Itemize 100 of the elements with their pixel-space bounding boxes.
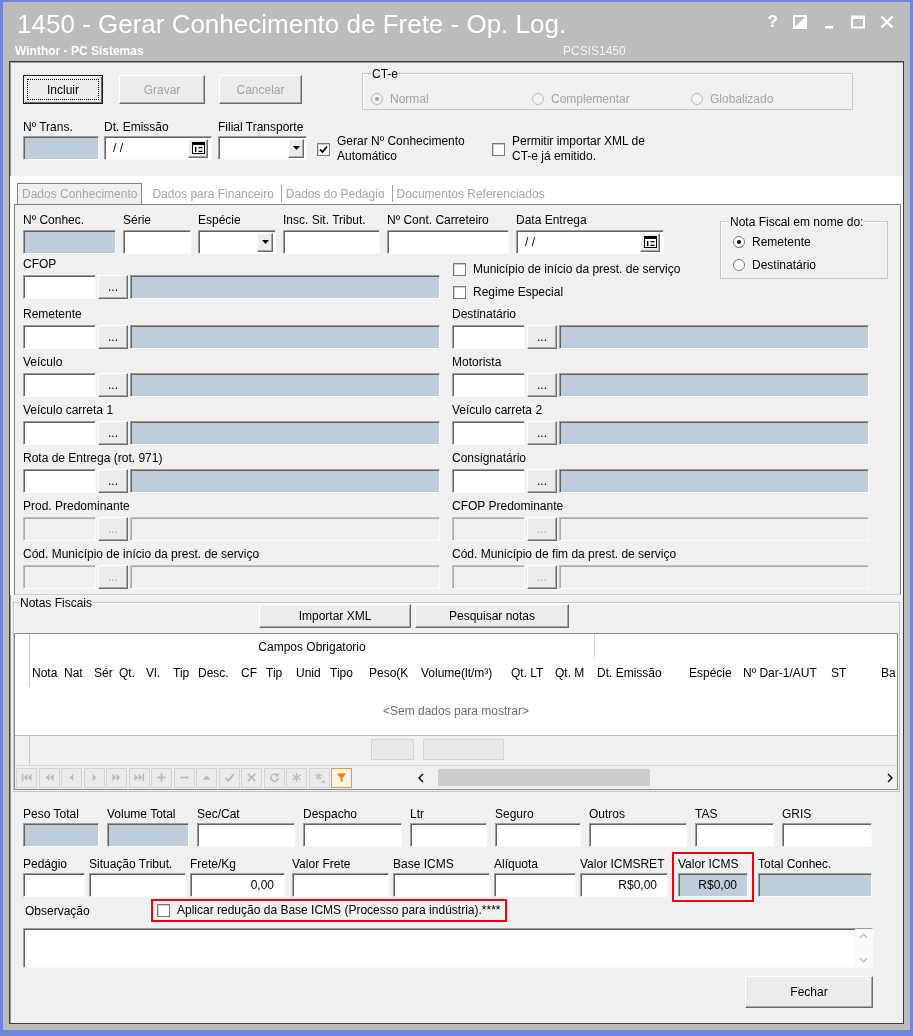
field-label: Outros [589,807,626,821]
column-header[interactable]: Nat [64,666,83,680]
skip-to-start-icon [21,772,32,783]
input-field[interactable] [387,230,509,254]
code-field[interactable] [23,373,96,397]
browse-button[interactable]: ... [98,275,128,299]
code-field[interactable] [23,325,96,349]
field-label: Rota de Entrega (rot. 971) [23,451,164,465]
column-header[interactable]: Peso(K [369,666,409,680]
calendar-button[interactable] [640,232,660,252]
column-header[interactable]: Nota [32,666,58,680]
column-header[interactable]: Qt. [119,666,135,680]
column-header[interactable]: Sér [94,666,113,680]
code-field[interactable] [452,325,525,349]
browse-button[interactable]: ... [98,373,128,397]
input-field[interactable]: 0,00 [190,873,285,897]
scroll-left-icon[interactable] [418,772,424,783]
import-xml-button[interactable]: Importar XML [259,604,411,628]
field-label: Remetente [23,307,83,321]
browse-button[interactable]: ... [98,325,128,349]
browse-button[interactable]: ... [98,469,128,493]
browse-button[interactable]: ... [527,373,557,397]
field-label: Motorista [452,355,503,369]
code-field[interactable] [23,275,96,299]
dropdown-field[interactable] [218,136,307,160]
column-header[interactable]: CF [241,666,257,680]
checkbox-label: Gerar Nº Conhecimento Automático [337,134,466,164]
search-notes-button[interactable]: Pesquisar notas [415,604,569,628]
checkbox-label: Aplicar redução da Base ICMS (Processo para indústria).**** [177,903,501,918]
column-header[interactable]: Qt. M [555,666,585,680]
browse-button[interactable]: ... [527,421,557,445]
browse-button[interactable]: ... [527,469,557,493]
browse-button[interactable]: ... [98,421,128,445]
input-field[interactable] [410,823,487,847]
caret-down-icon [292,146,300,150]
code-field[interactable] [23,469,96,493]
input-field[interactable] [695,823,774,847]
input-field[interactable] [393,873,490,897]
checkbox[interactable] [453,263,466,276]
field-label: GRIS [782,807,813,821]
close-button[interactable]: Fechar [745,976,873,1008]
checkbox[interactable] [317,142,330,156]
field-label: CFOP [23,257,58,271]
input-field[interactable] [782,823,872,847]
field-label: Valor ICMSRET [580,857,666,871]
browse-button[interactable]: ... [527,325,557,349]
field-label: Valor Frete [292,857,352,871]
dropdown-field[interactable] [198,230,276,254]
input-field[interactable] [23,873,85,897]
column-header[interactable]: Tip [173,666,190,680]
input-field[interactable] [123,230,191,254]
asterisk-arrow-icon [313,772,325,783]
input-field[interactable]: R$0,00 [580,873,668,897]
input-field[interactable] [494,873,576,897]
input-field[interactable] [589,823,687,847]
column-band-header: Campos Obrigatorio [258,639,366,654]
column-header[interactable]: Tipo [330,666,353,680]
input-field[interactable] [283,230,380,254]
column-header[interactable]: Volume(lt/m³) [421,666,493,680]
input-field[interactable] [89,873,186,897]
code-field[interactable] [452,421,525,445]
radio-button[interactable] [733,236,745,248]
input-field[interactable] [197,823,295,847]
input-field[interactable] [303,823,402,847]
column-header[interactable]: Nº Dar-1/AUT [743,666,817,680]
column-header[interactable]: Espécie [689,666,732,680]
add-button[interactable]: Incluir [23,75,103,104]
field-label: Insc. Sit. Tribut. [283,213,367,227]
column-header[interactable]: Desc. [198,666,229,680]
column-header[interactable]: Unid [296,666,321,680]
asterisk-icon [291,772,302,783]
column-header[interactable]: ST [831,666,847,680]
radio-button[interactable] [733,259,745,271]
column-header[interactable]: Vl. [146,666,160,680]
observation-field[interactable] [23,928,873,968]
input-field[interactable] [292,873,389,897]
column-header[interactable]: Tip [266,666,283,680]
column-header[interactable]: Ba [881,666,896,680]
code-field[interactable] [452,373,525,397]
date-field[interactable]: / / [104,136,212,160]
field-label: Espécie [198,213,242,227]
checkbox[interactable] [492,142,505,156]
checkbox[interactable] [157,904,170,917]
fast-forward-icon [111,772,122,783]
calendar-button[interactable] [188,138,208,158]
input-field[interactable] [495,823,581,847]
scroll-right-icon[interactable] [887,772,893,783]
column-header[interactable]: Qt. LT [511,666,544,680]
checkbox[interactable] [453,286,466,299]
field-label: Cód. Município de fim da prest. de serviço [452,547,678,561]
column-header[interactable]: Dt. Emissão [597,666,662,680]
field-label: Peso Total [23,807,80,821]
date-field[interactable]: / / [516,230,664,254]
code-field[interactable] [452,469,525,493]
scrollbar-thumb[interactable] [438,769,650,786]
caret-down-icon [261,240,269,244]
dropdown-button[interactable] [257,232,273,252]
code-field[interactable] [23,421,96,445]
dropdown-button[interactable] [288,138,304,158]
filter-icon [336,772,347,783]
